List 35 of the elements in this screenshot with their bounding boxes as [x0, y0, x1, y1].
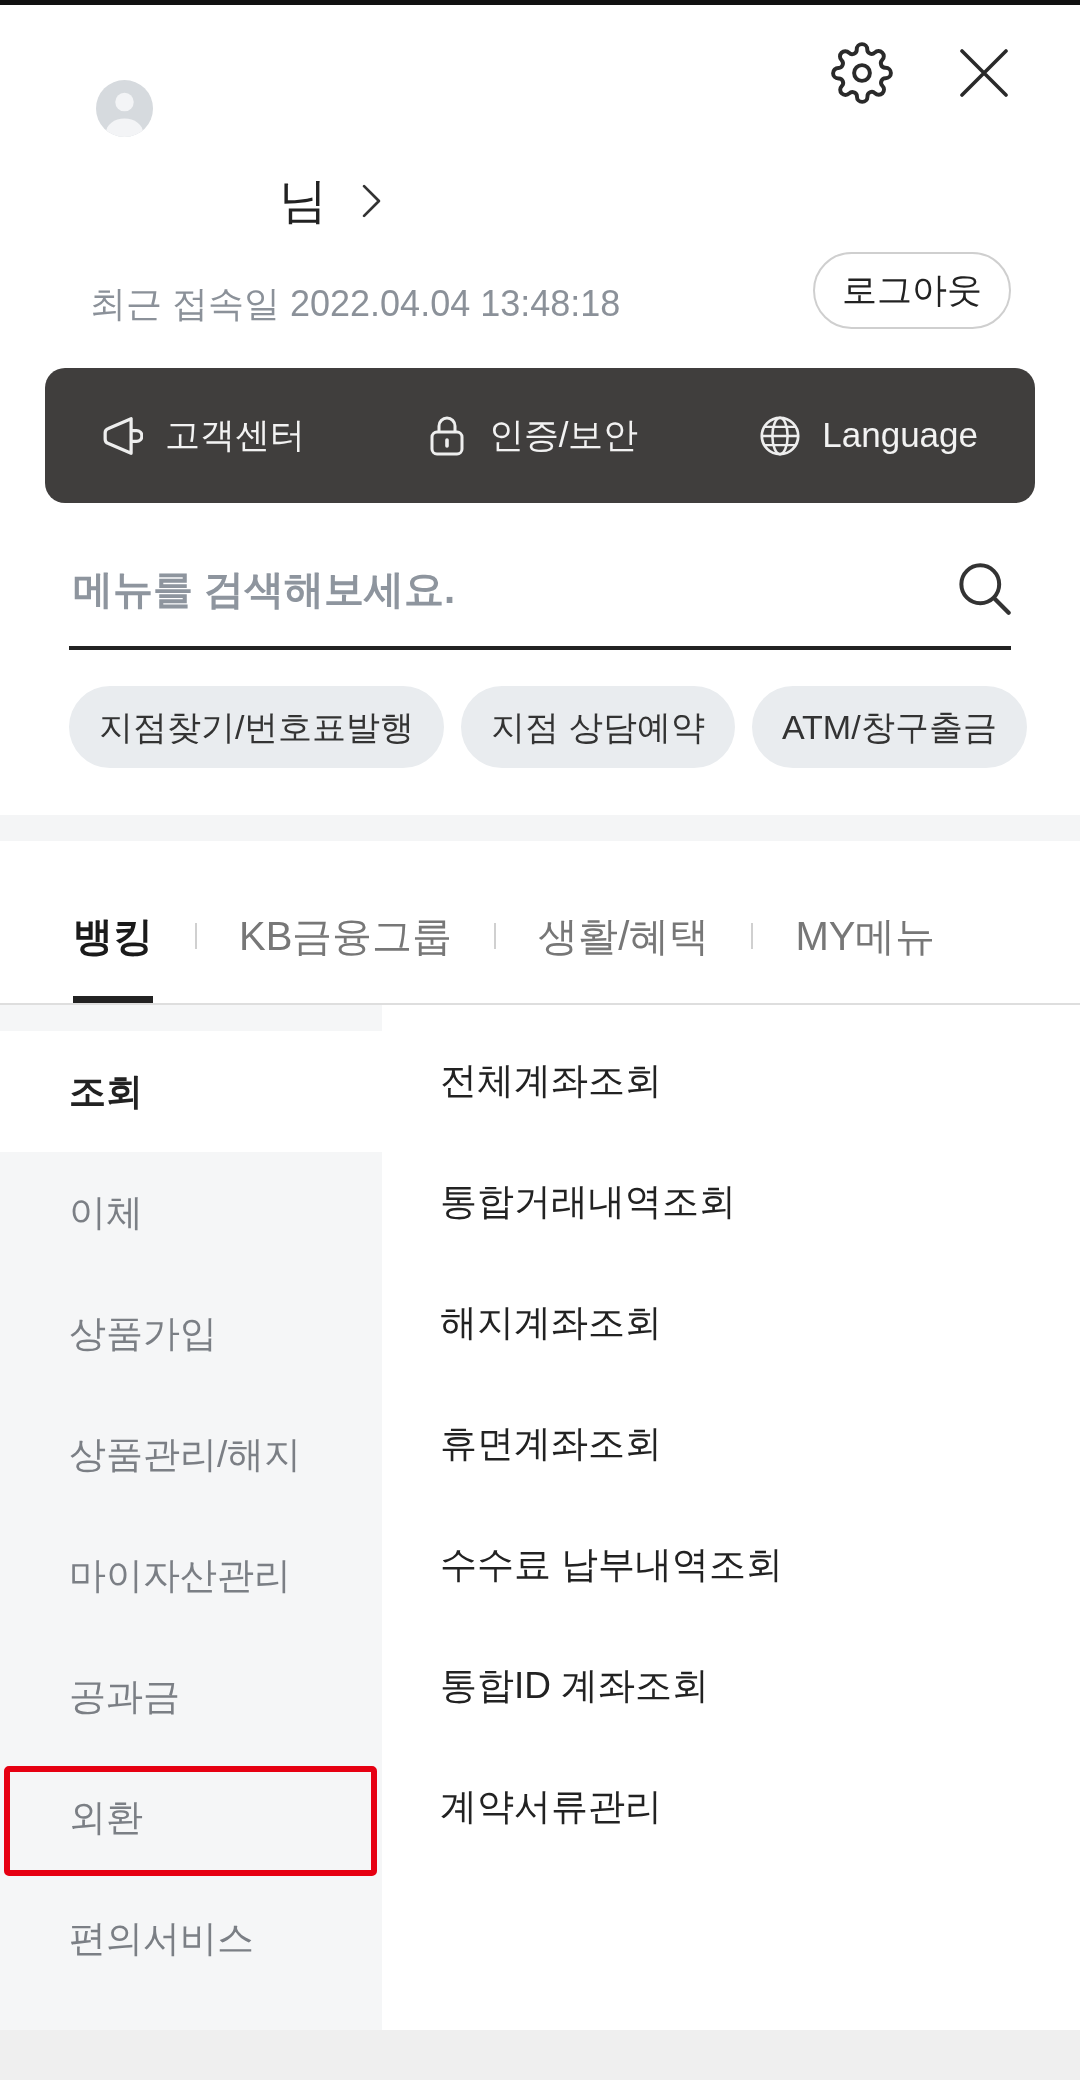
globe-icon: [760, 415, 801, 456]
logout-button[interactable]: 로그아웃: [813, 252, 1011, 329]
shortcut-chip[interactable]: 지점찾기/번호표발행: [69, 686, 445, 768]
category-item[interactable]: 마이자산관리: [0, 1515, 382, 1636]
submenu-link[interactable]: 전체계좌조회: [440, 1052, 662, 1109]
submenu-link[interactable]: 해지계좌조회: [440, 1294, 662, 1351]
quick-link-button[interactable]: 인증/보안: [426, 409, 639, 462]
search-field[interactable]: 메뉴를 검색해보세요.: [69, 561, 947, 617]
megaphone-icon: [103, 415, 143, 456]
submenu-link[interactable]: 계약서류관리: [440, 1778, 662, 1835]
submenu-link[interactable]: 수수료 납부내역조회: [440, 1536, 784, 1593]
menu-tab[interactable]: KB금융그룹: [239, 912, 453, 1003]
submenu-link[interactable]: 통합거래내역조회: [440, 1173, 736, 1230]
avatar-icon: [96, 80, 153, 137]
close-icon[interactable]: [960, 49, 1008, 97]
category-item[interactable]: 조회: [0, 1031, 382, 1152]
search-icon[interactable]: [959, 563, 1011, 615]
last-login-text: 최근 접속일 2022.04.04 13:48:18: [90, 282, 621, 325]
category-item[interactable]: 이체: [0, 1152, 382, 1273]
shortcut-chip[interactable]: ATM/창구출금: [751, 686, 1027, 768]
category-item[interactable]: 상품관리/해지: [0, 1394, 382, 1515]
category-item[interactable]: 외환: [0, 1757, 382, 1878]
category-item[interactable]: 편의서비스: [0, 1878, 382, 1999]
submenu-link[interactable]: 휴면계좌조회: [440, 1415, 662, 1472]
shortcut-chip[interactable]: 지점 상담예약: [461, 686, 735, 768]
menu-tab[interactable]: MY메뉴: [795, 912, 936, 1003]
category-item[interactable]: 상품가입: [0, 1273, 382, 1394]
chevron-right-icon: [360, 184, 383, 218]
category-item[interactable]: 공과금: [0, 1636, 382, 1757]
menu-tab[interactable]: 생활/혜택: [538, 912, 710, 1003]
settings-icon[interactable]: [831, 42, 893, 104]
profile-link[interactable]: 님: [279, 172, 383, 230]
quick-link-button[interactable]: 고객센터: [103, 409, 305, 462]
quick-link-button[interactable]: Language: [760, 409, 978, 462]
submenu-link[interactable]: 통합ID 계좌조회: [440, 1657, 710, 1714]
